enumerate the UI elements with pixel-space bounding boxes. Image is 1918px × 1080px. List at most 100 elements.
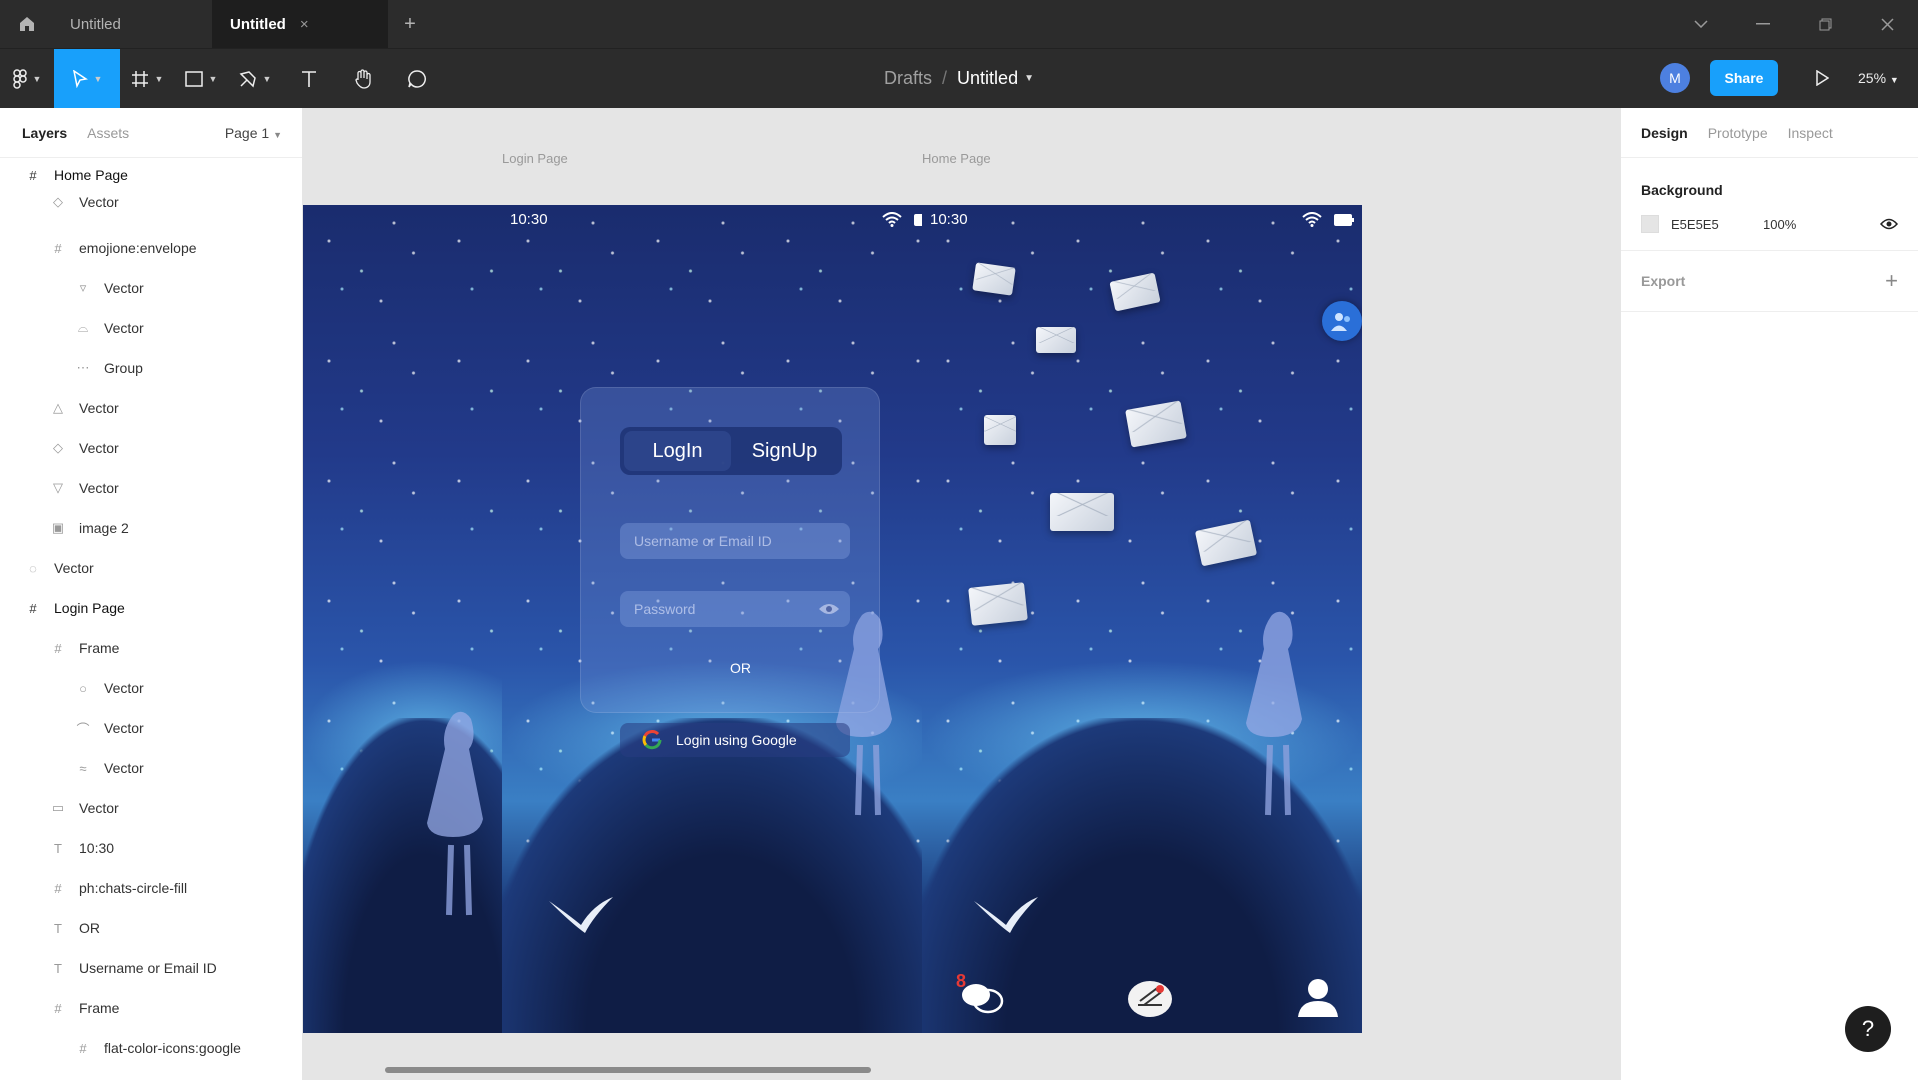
tab-login[interactable]: LogIn	[624, 431, 731, 471]
layer-item[interactable]: # Login Page	[0, 588, 302, 628]
layer-item[interactable]: ○ Vector	[0, 668, 302, 708]
cursor-icon	[72, 69, 88, 88]
tab-layers[interactable]: Layers	[22, 125, 67, 141]
minimize-icon[interactable]	[1732, 0, 1794, 48]
text-tool[interactable]	[282, 49, 336, 109]
password-field[interactable]: Password	[620, 591, 850, 627]
layer-item[interactable]: # Frame	[0, 988, 302, 1028]
or-text: OR	[730, 660, 751, 676]
layers-panel-header: Layers Assets Page 1 ▼	[0, 108, 302, 158]
comment-tool[interactable]	[390, 49, 444, 109]
background-opacity[interactable]: 100%	[1763, 217, 1796, 232]
compose-nav-button[interactable]	[1126, 977, 1174, 1024]
background-section: Background E5E5E5 100%	[1621, 158, 1918, 251]
tab-design[interactable]: Design	[1641, 125, 1688, 141]
layer-name: Vector	[104, 720, 144, 736]
layer-item[interactable]: △ Vector	[0, 388, 302, 428]
home-page-frame[interactable]: 10:30 8	[922, 205, 1362, 1033]
frame-label-home[interactable]: Home Page	[922, 151, 991, 166]
envelope-icon	[968, 582, 1028, 626]
tab-untitled-1[interactable]: Untitled	[54, 0, 212, 48]
text-icon	[302, 70, 316, 87]
bird-illustration	[549, 897, 613, 933]
layer-item[interactable]: ◌ Vector	[0, 548, 302, 588]
avatar[interactable]: M	[1660, 63, 1690, 93]
chevron-down-icon[interactable]: ▼	[1024, 73, 1034, 84]
compose-icon	[1128, 981, 1172, 1017]
layer-item[interactable]: # Home Page	[0, 158, 302, 192]
layer-item[interactable]: # Frame	[0, 628, 302, 668]
horizontal-scrollbar[interactable]	[385, 1067, 871, 1073]
layer-item[interactable]: ≈ Vector	[0, 748, 302, 788]
layer-item[interactable]: ◇ Vector	[0, 192, 302, 228]
main-menu-button[interactable]: ▼	[0, 49, 54, 109]
frame-tool[interactable]: ▼	[120, 49, 174, 109]
tab-untitled-2[interactable]: Untitled ×	[212, 0, 388, 48]
frame-label-login[interactable]: Login Page	[502, 151, 568, 166]
layer-item[interactable]: ⌒ Vector	[0, 708, 302, 748]
layer-item[interactable]: ◇ Vector	[0, 428, 302, 468]
username-field[interactable]: Username or Email ID	[620, 523, 850, 559]
share-button[interactable]: Share	[1710, 60, 1778, 96]
tab-assets[interactable]: Assets	[87, 125, 129, 141]
hand-tool[interactable]	[336, 49, 390, 109]
close-icon[interactable]: ×	[300, 16, 309, 33]
new-tab-button[interactable]: +	[388, 13, 432, 36]
background-hex[interactable]: E5E5E5	[1671, 217, 1763, 232]
home-icon[interactable]	[0, 0, 54, 48]
present-button[interactable]	[1802, 70, 1842, 86]
google-login-button[interactable]: Login using Google	[620, 723, 850, 757]
profile-nav-button[interactable]	[1296, 977, 1340, 1022]
layer-item[interactable]: ▣ image 2	[0, 508, 302, 548]
add-export-button[interactable]: +	[1885, 268, 1898, 294]
page-selector[interactable]: Page 1 ▼	[225, 125, 282, 141]
layer-item[interactable]: ▽ Vector	[0, 468, 302, 508]
comment-icon	[408, 69, 426, 88]
chat-nav-button[interactable]: 8	[956, 971, 1006, 1024]
layer-item[interactable]: ⋯ Group	[0, 348, 302, 388]
layer-item[interactable]: ▭Vector	[0, 1068, 302, 1080]
layer-type-icon: ▭	[51, 800, 65, 815]
move-tool[interactable]: ▼	[54, 48, 120, 109]
help-button[interactable]: ?	[1845, 1006, 1891, 1052]
login-page-frame[interactable]: 10:30 LogIn SignUp Username or Email ID …	[502, 205, 942, 1033]
tab-signup[interactable]: SignUp	[731, 431, 838, 471]
layer-type-icon: ⋯	[76, 360, 90, 375]
eye-icon[interactable]	[818, 603, 840, 615]
layer-item[interactable]: # ph:chats-circle-fill	[0, 868, 302, 908]
layer-name: emojione:envelope	[79, 240, 197, 256]
layer-item[interactable]: T 10:30	[0, 828, 302, 868]
canvas[interactable]: Login Page 10:30 LogIn SignUp Username o…	[303, 108, 1620, 1080]
restore-icon[interactable]	[1794, 0, 1856, 48]
layer-item[interactable]: # emojione:envelope	[0, 228, 302, 268]
layers-list: # Home Page ◇ Vector # emojione:envelope ▿ Vect…	[0, 158, 302, 1080]
layer-item[interactable]: # flat-color-icons:google	[0, 1028, 302, 1068]
users-icon	[1331, 313, 1350, 331]
layer-name: Group	[104, 360, 143, 376]
layer-item[interactable]: T Username or Email ID	[0, 948, 302, 988]
shape-tool[interactable]: ▼	[174, 49, 228, 109]
zoom-dropdown[interactable]: 25% ▼	[1858, 70, 1918, 86]
pen-tool[interactable]: ▼	[228, 49, 282, 109]
bird-illustration	[974, 897, 1038, 933]
layer-item[interactable]: ⌓ Vector	[0, 308, 302, 348]
close-window-icon[interactable]	[1856, 0, 1918, 48]
envelope-icon	[972, 262, 1016, 296]
title-bar: Untitled Untitled × +	[0, 0, 1918, 48]
color-swatch[interactable]	[1641, 215, 1659, 233]
layer-item[interactable]: ▿ Vector	[0, 268, 302, 308]
layer-name: ph:chats-circle-fill	[79, 880, 188, 896]
eye-icon[interactable]	[1880, 218, 1898, 230]
layer-item[interactable]: ▭Vector	[0, 788, 302, 828]
tab-inspect[interactable]: Inspect	[1788, 125, 1833, 141]
file-name[interactable]: Untitled	[957, 68, 1018, 89]
login-signup-toggle: LogIn SignUp	[620, 427, 842, 475]
chevron-down-icon[interactable]	[1670, 0, 1732, 48]
breadcrumb-drafts[interactable]: Drafts	[884, 68, 932, 89]
tab-prototype[interactable]: Prototype	[1708, 125, 1768, 141]
layer-name: Frame	[79, 640, 120, 656]
envelope-icon	[984, 415, 1016, 445]
layer-item[interactable]: T OR	[0, 908, 302, 948]
contacts-fab[interactable]	[1322, 301, 1362, 341]
layer-type-icon: ◇	[53, 194, 63, 209]
